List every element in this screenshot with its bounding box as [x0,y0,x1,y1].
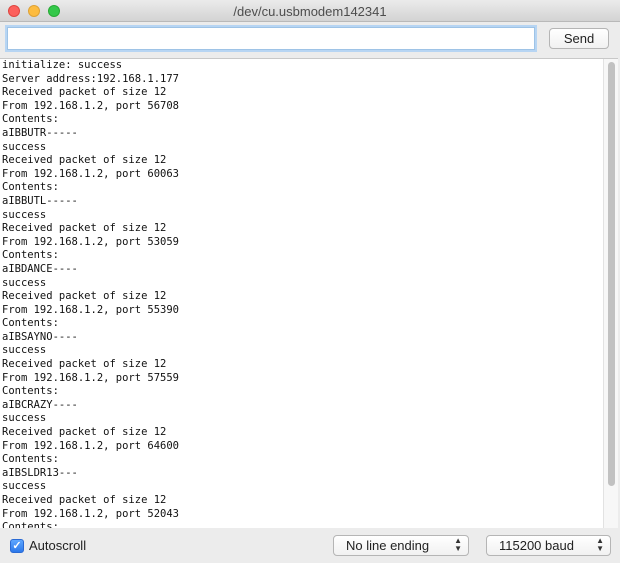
autoscroll-toggle[interactable]: ✓ Autoscroll [10,538,86,553]
send-row: Send [0,22,620,58]
line-ending-value: No line ending [346,538,430,553]
output-line: aIBBUTL----- [2,194,78,207]
serial-monitor-window: /dev/cu.usbmodem142341 Send initialize: … [0,0,620,563]
window-title: /dev/cu.usbmodem142341 [233,4,387,19]
output-line: From 192.168.1.2, port 53059 [2,235,180,248]
output-line: success [2,208,47,221]
output-line: From 192.168.1.2, port 56708 [2,99,180,112]
output-line: Received packet of size 12 [2,222,167,235]
output-line: success [2,344,47,357]
output-line: aIBDANCE---- [2,262,78,275]
output-line: From 192.168.1.2, port 60063 [2,167,180,180]
output-line: success [2,412,47,425]
output-line: Received packet of size 12 [2,86,167,99]
output-line: aIBCRAZY---- [2,398,78,411]
output-line: Contents: [2,181,59,194]
output-line: Contents: [2,113,59,126]
send-button[interactable]: Send [549,28,609,49]
select-updown-icon: ▲ ▼ [596,536,604,553]
output-line: initialize: success [2,59,123,71]
output-line: Received packet of size 12 [2,290,167,303]
output-line: Received packet of size 12 [2,426,167,439]
baud-rate-value: 115200 baud [499,538,574,553]
output-line: Received packet of size 12 [2,154,167,167]
title-bar: /dev/cu.usbmodem142341 [0,0,620,22]
output-line: Received packet of size 12 [2,358,167,371]
output-line: Server address:192.168.1.177 [2,72,180,85]
output-line: Received packet of size 12 [2,494,167,506]
output-line: aIBSAYNO---- [2,330,78,343]
serial-output-area[interactable]: initialize: success Server address:192.16… [0,58,618,529]
scrollbar-thumb[interactable] [608,62,615,486]
autoscroll-label: Autoscroll [29,538,87,553]
output-line: From 192.168.1.2, port 52043 [2,507,180,520]
output-text: initialize: success Server address:192.16… [2,59,180,528]
output-line: Contents: [2,317,59,330]
output-line: Contents: [2,385,59,398]
output-line: Contents: [2,249,59,262]
baud-rate-select[interactable]: 115200 baud ▲ ▼ [486,535,611,556]
output-line: From 192.168.1.2, port 64600 [2,439,180,452]
serial-send-input[interactable] [7,27,535,50]
status-bar: ✓ Autoscroll No line ending ▲ ▼ 115200 ba… [0,528,620,563]
output-line: aIBSLDR13--- [2,466,78,479]
output-line: success [2,140,47,153]
output-line: From 192.168.1.2, port 55390 [2,303,180,316]
output-line: Contents: [2,453,59,466]
output-line: aIBBUTR----- [2,126,78,139]
output-line: success [2,276,47,289]
output-scrollbar[interactable] [603,59,618,528]
select-updown-icon: ▲ ▼ [454,536,462,553]
output-line: From 192.168.1.2, port 57559 [2,371,180,384]
autoscroll-checkbox[interactable]: ✓ [10,538,24,553]
output-line: success [2,480,47,493]
line-ending-select[interactable]: No line ending ▲ ▼ [333,535,469,556]
